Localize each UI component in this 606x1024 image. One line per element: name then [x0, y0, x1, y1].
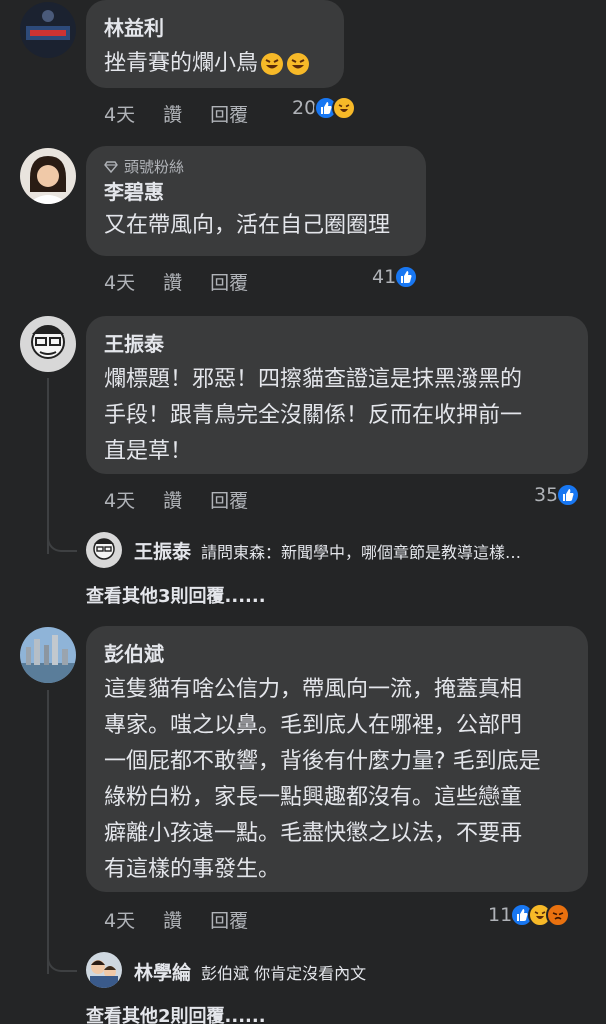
reply-text: 彭伯斌 你肯定沒看內文	[201, 963, 367, 983]
view-more-replies-link[interactable]: 查看其他3則回覆......	[86, 582, 266, 608]
comment-bubble: 彭伯斌 這隻貓有啥公信力，帶風向一流，掩蓋真相 專家。嗤之以鼻。毛到底人在哪裡，…	[86, 626, 588, 892]
thread-line	[47, 378, 49, 554]
timestamp[interactable]: 4天	[104, 908, 135, 934]
reaction-count: 35	[534, 484, 559, 506]
like-button[interactable]: 讚	[163, 102, 182, 128]
comment-bubble: 頭號粉絲 李碧惠 又在帶風向，活在自己圈圈理	[86, 146, 426, 256]
timestamp[interactable]: 4天	[104, 270, 135, 296]
haha-icon	[332, 96, 357, 120]
comment-text: 又在帶風向，活在自己圈圈理	[104, 213, 391, 238]
view-more-replies-link[interactable]: 查看其他2則回覆......	[86, 1002, 266, 1024]
comment-author[interactable]: 李碧惠	[104, 178, 408, 206]
avatar[interactable]	[20, 148, 76, 204]
comment-actions: 4天 讚 回覆	[104, 488, 248, 514]
reaction-count: 20	[292, 97, 317, 119]
badge-label: 頭號粉絲	[124, 158, 185, 176]
avatar[interactable]	[20, 316, 76, 372]
reply-avatar[interactable]	[86, 952, 122, 988]
thread-line	[47, 690, 49, 974]
rofl-emoji-icon	[260, 52, 284, 76]
angry-icon	[546, 903, 571, 927]
reply-button[interactable]: 回覆	[210, 488, 248, 514]
comment-text-line: 綠粉白粉，家長一點興趣都沒有。這些戀童	[104, 785, 523, 810]
comment-author[interactable]: 王振泰	[104, 330, 570, 358]
comment-author[interactable]: 彭伯斌	[104, 640, 570, 668]
comment-text-line: 一個屁都不敢響，背後有什麼力量? 毛到底是	[104, 749, 541, 774]
comment-text: 挫青賽的爛小鳥	[104, 51, 259, 76]
avatar[interactable]	[20, 627, 76, 683]
reply-author[interactable]: 林學綸	[134, 958, 191, 985]
reply-text: 請問東森：新聞學中，哪個章節是教導這樣…	[201, 542, 522, 562]
comment-text-line: 專家。嗤之以鼻。毛到底人在哪裡，公部門	[104, 713, 523, 738]
comment-author[interactable]: 林益利	[104, 14, 326, 42]
comment-actions: 4天 讚 回覆	[104, 270, 248, 296]
like-button[interactable]: 讚	[163, 270, 182, 296]
reaction-count: 11	[488, 904, 513, 926]
reply-preview[interactable]: 王振泰 請問東森：新聞學中，哪個章節是教導這樣…	[134, 537, 521, 564]
reaction-summary[interactable]: 20	[292, 96, 357, 120]
timestamp[interactable]: 4天	[104, 488, 135, 514]
reply-button[interactable]: 回覆	[210, 270, 248, 296]
reaction-summary[interactable]: 35	[534, 483, 581, 507]
comment-text-line: 癖離小孩遠一點。毛盡快懲之以法，不要再	[104, 821, 523, 846]
top-fan-badge: 頭號粉絲	[104, 156, 408, 178]
comment-text-line: 有這樣的事發生。	[104, 857, 281, 882]
comment-text-line: 直是草！	[104, 439, 193, 464]
thread-connector	[47, 534, 77, 552]
thread-connector	[47, 954, 77, 972]
reply-preview[interactable]: 林學綸 彭伯斌 你肯定沒看內文	[134, 958, 366, 985]
reaction-count: 41	[372, 266, 397, 288]
comment-actions: 4天 讚 回覆	[104, 102, 248, 128]
like-icon	[556, 483, 581, 507]
like-button[interactable]: 讚	[163, 908, 182, 934]
rofl-emoji-icon	[286, 52, 310, 76]
comment-bubble: 林益利 挫青賽的爛小鳥	[86, 0, 344, 88]
reply-button[interactable]: 回覆	[210, 908, 248, 934]
like-icon	[394, 265, 419, 289]
reply-button[interactable]: 回覆	[210, 102, 248, 128]
comment-bubble: 王振泰 爛標題！邪惡！四擦貓查證這是抹黑潑黑的 手段！跟青鳥完全沒關係！反而在收…	[86, 316, 588, 474]
reaction-summary[interactable]: 41	[372, 265, 419, 289]
comment-text-line: 爛標題！邪惡！四擦貓查證這是抹黑潑黑的	[104, 367, 523, 392]
avatar[interactable]	[20, 2, 76, 58]
reply-avatar[interactable]	[86, 532, 122, 568]
reply-author[interactable]: 王振泰	[134, 537, 191, 564]
reaction-summary[interactable]: 11	[488, 903, 571, 927]
diamond-icon	[104, 161, 118, 174]
comment-text-line: 手段！跟青鳥完全沒關係！反而在收押前一	[104, 403, 523, 428]
comment-text-line: 這隻貓有啥公信力，帶風向一流，掩蓋真相	[104, 677, 523, 702]
timestamp[interactable]: 4天	[104, 102, 135, 128]
comment-actions: 4天 讚 回覆	[104, 908, 248, 934]
like-button[interactable]: 讚	[163, 488, 182, 514]
